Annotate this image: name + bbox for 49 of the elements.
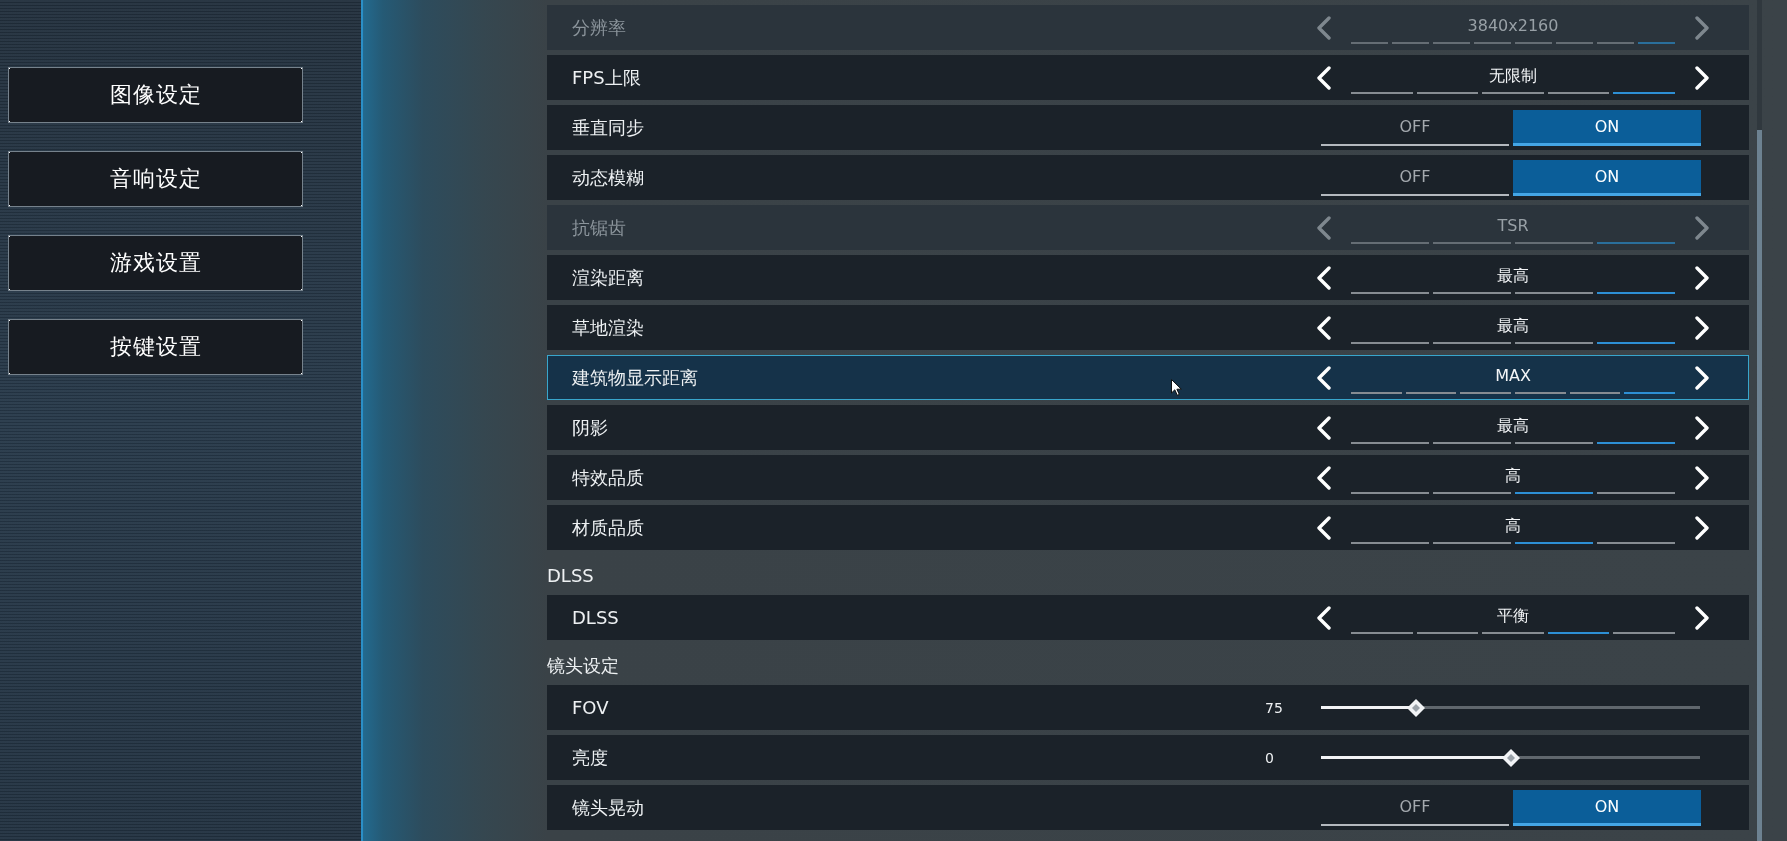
setting-label: 分辨率 <box>572 15 626 40</box>
slider-thumb[interactable] <box>1406 698 1425 717</box>
setting-label: FOV <box>572 697 609 718</box>
scrollbar-thumb[interactable] <box>1757 130 1762 841</box>
option-value: 最高 <box>1497 315 1529 337</box>
setting-label: DLSS <box>572 607 619 628</box>
setting-label: 渲染距离 <box>572 265 644 290</box>
menu-button[interactable]: 音响设定 <box>8 151 303 207</box>
option-value: 高 <box>1505 515 1521 537</box>
setting-label: 亮度 <box>572 745 608 770</box>
mouse-cursor-icon <box>1171 379 1182 396</box>
menu-button[interactable]: 游戏设置 <box>8 235 303 291</box>
option-value: 最高 <box>1497 415 1529 437</box>
option-value: 最高 <box>1497 265 1529 287</box>
setting-row[interactable]: 亮度 0 <box>547 735 1749 780</box>
section-heading: DLSS <box>547 564 594 588</box>
menu-button[interactable]: 按键设置 <box>8 319 303 375</box>
setting-label: 材质品质 <box>572 515 644 540</box>
toggle-option[interactable]: OFF <box>1321 789 1509 826</box>
scrollbar-track[interactable] <box>1757 0 1762 841</box>
setting-label: FPS上限 <box>572 65 641 90</box>
toggle-option[interactable]: ON <box>1513 109 1701 146</box>
setting-row[interactable]: FOV 75 <box>547 685 1749 730</box>
setting-label: 阴影 <box>572 415 608 440</box>
option-value: 高 <box>1505 465 1521 487</box>
slider-value: 75 <box>1265 699 1284 716</box>
option-value: MAX <box>1495 365 1531 387</box>
option-value: 3840x2160 <box>1467 15 1559 37</box>
toggle-option[interactable]: OFF <box>1321 109 1509 146</box>
setting-label: 草地渲染 <box>572 315 644 340</box>
setting-label: 动态模糊 <box>572 165 644 190</box>
option-value: TSR <box>1497 215 1529 237</box>
slider-thumb[interactable] <box>1501 748 1520 767</box>
toggle-option[interactable]: OFF <box>1321 159 1509 196</box>
option-value: 无限制 <box>1489 65 1537 87</box>
setting-label: 镜头晃动 <box>572 795 644 820</box>
setting-row[interactable]: 镜头晃动 OFF ON <box>547 785 1749 830</box>
slider-value: 0 <box>1265 749 1275 766</box>
setting-label: 建筑物显示距离 <box>572 365 698 390</box>
menu-button[interactable]: 图像设定 <box>8 67 303 123</box>
toggle-option[interactable]: ON <box>1513 159 1701 196</box>
setting-row[interactable]: 垂直同步 OFF ON <box>547 105 1749 150</box>
setting-label: 垂直同步 <box>572 115 644 140</box>
toggle-option[interactable]: ON <box>1513 789 1701 826</box>
setting-label: 特效品质 <box>572 465 644 490</box>
setting-row[interactable]: 动态模糊 OFF ON <box>547 155 1749 200</box>
section-heading: 镜头设定 <box>547 654 619 678</box>
setting-label: 抗锯齿 <box>572 215 626 240</box>
option-value: 平衡 <box>1497 605 1529 627</box>
